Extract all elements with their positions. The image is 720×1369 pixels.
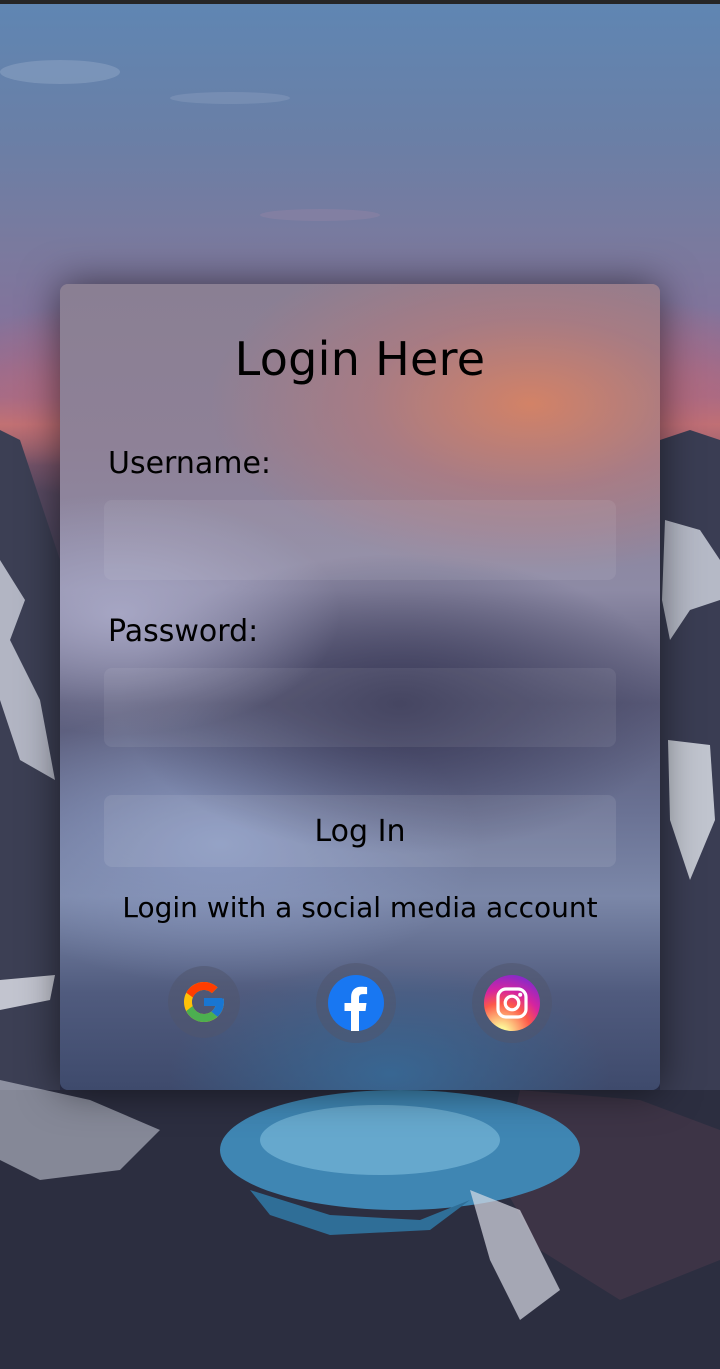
google-login-button[interactable] <box>168 966 240 1038</box>
password-label: Password: <box>108 614 259 649</box>
username-label: Username: <box>108 446 272 481</box>
page-title: Login Here <box>234 332 486 386</box>
google-icon <box>184 982 224 1022</box>
social-login-text: Login with a social media account <box>122 891 598 924</box>
login-card: Login Here Username: Password: Log In Lo… <box>60 284 660 1090</box>
instagram-icon <box>484 975 540 1031</box>
log-in-button[interactable]: Log In <box>104 795 616 867</box>
password-input[interactable] <box>104 668 616 747</box>
instagram-login-button[interactable] <box>472 963 552 1043</box>
facebook-login-button[interactable] <box>316 963 396 1043</box>
username-input[interactable] <box>104 500 616 580</box>
top-bar <box>0 0 720 4</box>
facebook-icon <box>328 975 384 1031</box>
